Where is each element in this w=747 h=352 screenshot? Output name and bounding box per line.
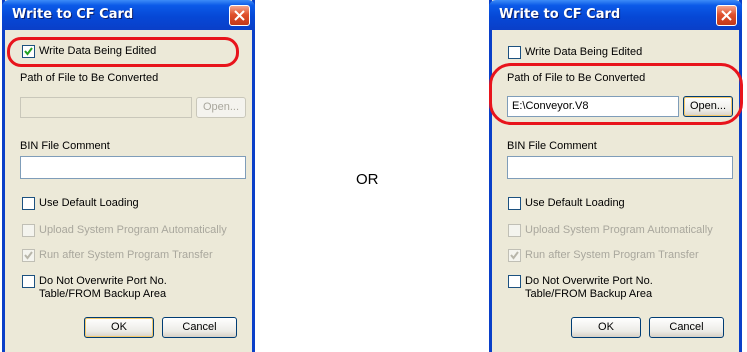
ok-button[interactable]: OK <box>571 317 641 338</box>
no-overwrite-checkbox[interactable] <box>508 275 521 288</box>
title-bar: Write to CF Card <box>489 0 742 30</box>
write-data-label: Write Data Being Edited <box>525 46 643 58</box>
use-default-loading-checkbox[interactable] <box>508 197 521 210</box>
close-button[interactable] <box>716 5 737 26</box>
use-default-loading-label: Use Default Loading <box>39 197 139 209</box>
bin-comment-label: BIN File Comment <box>20 140 110 152</box>
open-button[interactable]: Open... <box>683 96 733 117</box>
path-field[interactable]: E:\Conveyor.V8 <box>507 96 679 117</box>
write-data-checkbox[interactable] <box>508 46 521 59</box>
dialog-title: Write to CF Card <box>12 7 134 22</box>
upload-system-checkbox[interactable] <box>22 224 35 237</box>
write-data-checkbox[interactable] <box>22 45 35 58</box>
no-overwrite-label-line2: Table/FROM Backup Area <box>39 288 167 300</box>
no-overwrite-label-line1: Do Not Overwrite Port No. <box>39 275 167 287</box>
no-overwrite-label-line2: Table/FROM Backup Area <box>525 288 653 300</box>
run-after-checkbox[interactable] <box>22 249 35 262</box>
cancel-button[interactable]: Cancel <box>649 317 724 338</box>
bin-comment-label: BIN File Comment <box>507 140 597 152</box>
close-button[interactable] <box>229 5 250 26</box>
checkmark-icon <box>24 47 33 56</box>
upload-system-label: Upload System Program Automatically <box>39 224 227 236</box>
close-icon <box>721 10 732 21</box>
path-field[interactable] <box>20 97 192 118</box>
checkmark-icon <box>510 251 519 260</box>
title-bar: Write to CF Card <box>2 0 255 30</box>
run-after-label: Run after System Program Transfer <box>39 249 213 261</box>
no-overwrite-label-line1: Do Not Overwrite Port No. <box>525 275 653 287</box>
upload-system-checkbox[interactable] <box>508 224 521 237</box>
close-icon <box>234 10 245 21</box>
use-default-loading-checkbox[interactable] <box>22 197 35 210</box>
checkmark-icon <box>24 251 33 260</box>
path-label: Path of File to Be Converted <box>507 72 646 84</box>
ok-button[interactable]: OK <box>84 317 154 338</box>
or-separator: OR <box>356 171 379 188</box>
write-to-cf-card-dialog-left: Write to CF Card Write Data Being Edited… <box>2 0 255 352</box>
bin-comment-field[interactable] <box>507 156 733 179</box>
write-data-label: Write Data Being Edited <box>39 45 157 57</box>
no-overwrite-checkbox[interactable] <box>22 275 35 288</box>
path-label: Path of File to Be Converted <box>20 72 159 84</box>
run-after-checkbox[interactable] <box>508 249 521 262</box>
run-after-label: Run after System Program Transfer <box>525 249 699 261</box>
open-button[interactable]: Open... <box>196 97 246 118</box>
bin-comment-field[interactable] <box>20 156 246 179</box>
use-default-loading-label: Use Default Loading <box>525 197 625 209</box>
write-to-cf-card-dialog-right: Write to CF Card Write Data Being Edited… <box>489 0 743 352</box>
dialog-title: Write to CF Card <box>499 7 621 22</box>
upload-system-label: Upload System Program Automatically <box>525 224 713 236</box>
cancel-button[interactable]: Cancel <box>162 317 237 338</box>
